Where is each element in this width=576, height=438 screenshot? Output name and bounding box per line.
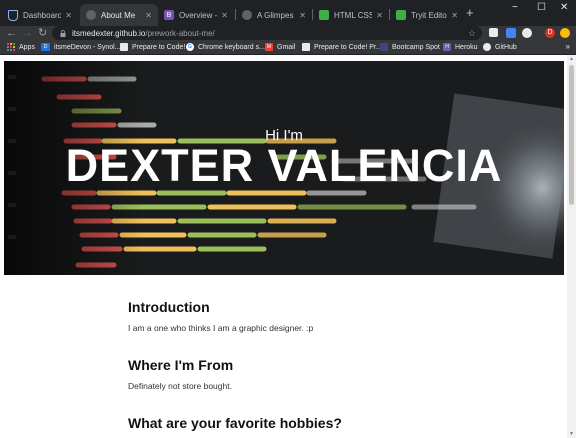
heroku-icon: H [443,43,451,51]
scroll-up-arrow-icon[interactable]: ▲ [567,56,576,62]
bootcamp-icon [380,43,388,51]
dsm-icon: D [41,43,50,51]
page-viewport: Hi I'm DEXTER VALENCIA Introduction I am… [0,55,576,438]
github-icon [483,43,491,51]
section-heading-introduction: Introduction [128,299,210,315]
bookmark-label: Chrome keyboard s... [198,43,265,51]
bookmark-label: GitHub [495,43,517,51]
bookmark-star-icon[interactable]: ☆ [468,26,476,40]
bookmarks-overflow-button[interactable]: » [566,40,570,54]
shield-icon [8,9,18,21]
address-bar[interactable]: itsmedexter.github.io/prework-about-me/ … [52,26,482,40]
hero-banner: Hi I'm DEXTER VALENCIA [4,61,564,275]
browser-toolbar: ← → ↻ itsmedexter.github.io/prework-abou… [0,26,576,40]
extension-icon[interactable] [489,28,498,37]
bootstrap-icon: B [164,10,174,20]
close-icon[interactable]: ✕ [451,11,458,20]
bookmark-gmail[interactable]: M Gmail [265,40,295,54]
bookmark-heroku[interactable]: H Heroku [443,40,478,54]
scroll-down-arrow-icon[interactable]: ▼ [567,431,576,437]
hero-name: DEXTER VALENCIA [65,140,503,191]
tab-label: Dashboard | Bo [23,10,62,20]
reload-icon: ↻ [38,27,48,39]
bookmark-apps[interactable]: Apps [7,40,35,54]
maximize-button[interactable]: ☐ [537,2,546,13]
bookmark-label: Gmail [277,43,296,51]
minimize-button[interactable]: − [512,2,518,13]
arrow-right-icon: → [22,27,33,39]
extension-icon[interactable] [560,28,570,38]
tab-strip: Dashboard | Bo ✕ About Me ✕ B Overview -… [0,0,576,26]
tab-label: About Me [101,10,136,20]
globe-icon [86,10,96,20]
gmail-icon: M [265,43,273,51]
apps-grid-icon [7,43,15,51]
bookmark-label: Prepare to Code! Pr... [314,43,382,51]
tab-label: A Glimpes of m [257,10,295,20]
url-path: /prework-about-me/ [145,28,215,38]
section-body-where-from: Definately not store bought. [128,381,232,391]
url-host: itsmedexter.github.io [72,28,146,38]
forward-button[interactable]: → [22,26,33,40]
reload-button[interactable]: ↻ [38,26,47,40]
tab-html-css[interactable]: HTML CSS ✕ [313,4,389,26]
close-icon[interactable]: ✕ [299,11,306,20]
globe-icon [242,10,252,20]
bookmark-label: itsmeDevon - Synol... [54,43,121,51]
bookmark-synology[interactable]: D itsmeDevon - Synol... [41,40,121,54]
close-icon[interactable]: ✕ [376,11,383,20]
page-icon [302,43,310,51]
page-scrollbar[interactable]: ▲ ▼ [567,55,576,438]
tab-label: Tryit Editor v3.6 [411,10,448,20]
tab-tryit-editor[interactable]: Tryit Editor v3.6 ✕ [390,4,464,26]
tab-about-me[interactable]: About Me ✕ [80,4,158,26]
close-icon[interactable]: ✕ [145,11,152,20]
tab-label: Overview - Boot [179,10,218,20]
trinket-icon [319,10,329,20]
section-body-introduction: I am a one who thinks I am a graphic des… [128,323,314,333]
extension-icon[interactable] [522,28,532,38]
tab-overview-bootstrap[interactable]: B Overview - Boot ✕ [158,4,234,26]
tab-dashboard[interactable]: Dashboard | Bo ✕ [2,4,78,26]
tab-label: HTML CSS [334,10,373,20]
close-window-button[interactable]: ✕ [560,2,568,13]
bookmark-github[interactable]: GitHub [483,40,517,54]
bookmark-chrome-keyboard[interactable]: G Chrome keyboard s... [186,40,265,54]
bookmark-label: Prepare to Code! [132,43,186,51]
google-icon: G [186,43,194,51]
trinket-icon [396,10,406,20]
bookmark-bootcamp-spot[interactable]: Bootcamp Spot [380,40,440,54]
bookmark-label: Bootcamp Spot [392,43,440,51]
back-button[interactable]: ← [6,26,17,40]
close-icon[interactable]: ✕ [221,11,228,20]
bookmark-prepare-to-code[interactable]: Prepare to Code! [120,40,185,54]
section-heading-where-from: Where I'm From [128,357,234,373]
section-heading-hobbies: What are your favorite hobbies? [128,415,342,431]
bookmark-label: Heroku [455,43,478,51]
arrow-left-icon: ← [6,27,17,39]
new-tab-button[interactable]: + [466,5,474,21]
bookmark-prepare-to-code-2[interactable]: Prepare to Code! Pr... [302,40,382,54]
extension-icon[interactable] [506,28,516,38]
bookmark-label: Apps [19,43,35,51]
page-icon [120,43,128,51]
profile-avatar[interactable]: D [545,28,555,38]
scrollbar-thumb[interactable] [569,65,574,205]
close-icon[interactable]: ✕ [65,11,72,20]
tab-glimpes[interactable]: A Glimpes of m ✕ [236,4,312,26]
browser-window: Dashboard | Bo ✕ About Me ✕ B Overview -… [0,0,576,438]
lock-icon [60,29,66,37]
bookmarks-bar: Apps D itsmeDevon - Synol... Prepare to … [0,40,576,55]
